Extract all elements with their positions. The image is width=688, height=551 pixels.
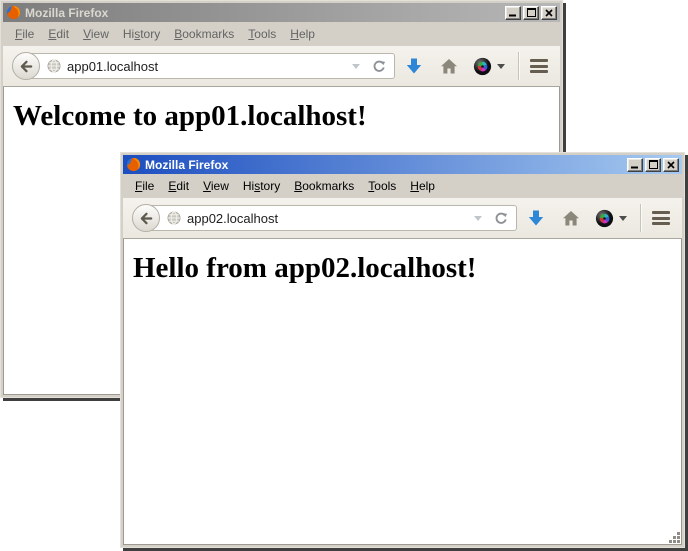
maximize-button[interactable] <box>523 6 539 20</box>
page-content: Hello from app02.localhost! <box>123 239 682 545</box>
toolbar-separator <box>518 52 519 80</box>
window-title: Mozilla Firefox <box>145 158 625 172</box>
reload-button[interactable] <box>372 59 387 74</box>
home-button[interactable] <box>562 210 580 227</box>
menu-bookmarks[interactable]: Bookmarks <box>287 176 361 196</box>
window-title: Mozilla Firefox <box>25 6 503 20</box>
window-controls <box>625 158 679 172</box>
download-arrow-icon <box>527 209 545 228</box>
extension-button[interactable] <box>595 209 627 228</box>
menu-bar: File Edit View History Bookmarks Tools H… <box>123 174 682 198</box>
menu-help[interactable]: Help <box>403 176 442 196</box>
reload-button[interactable] <box>494 211 509 226</box>
home-icon <box>440 58 458 75</box>
page-heading: Welcome to app01.localhost! <box>13 100 559 133</box>
page-heading: Hello from app02.localhost! <box>133 252 681 285</box>
back-arrow-icon <box>19 59 34 74</box>
downloads-button[interactable] <box>405 57 423 76</box>
urlbar-dropdown-icon[interactable] <box>352 64 360 73</box>
navigation-toolbar: app01.localhost <box>3 46 560 87</box>
resize-grip[interactable] <box>667 530 681 544</box>
menu-history[interactable]: History <box>236 176 287 196</box>
menu-edit[interactable]: Edit <box>161 176 196 196</box>
back-button[interactable] <box>12 52 40 80</box>
grip-dots-icon <box>667 530 681 544</box>
toolbar-separator <box>640 204 641 232</box>
minimize-button[interactable] <box>627 158 643 172</box>
home-button[interactable] <box>440 58 458 75</box>
titlebar[interactable]: Mozilla Firefox <box>123 155 682 174</box>
close-button[interactable] <box>541 6 557 20</box>
extension-button[interactable] <box>473 57 505 76</box>
menu-tools[interactable]: Tools <box>241 24 283 44</box>
home-icon <box>562 210 580 227</box>
menu-bookmarks[interactable]: Bookmarks <box>167 24 241 44</box>
maximize-icon <box>649 160 658 169</box>
maximize-button[interactable] <box>645 158 661 172</box>
menu-file[interactable]: File <box>128 176 161 196</box>
download-arrow-icon <box>405 57 423 76</box>
menu-file[interactable]: File <box>8 24 41 44</box>
urlbar-dropdown-icon[interactable] <box>474 216 482 225</box>
firefox-icon <box>6 5 21 20</box>
window-controls <box>503 6 557 20</box>
close-button[interactable] <box>663 158 679 172</box>
url-bar[interactable]: app01.localhost <box>26 53 395 79</box>
back-button[interactable] <box>132 204 160 232</box>
menu-help[interactable]: Help <box>283 24 322 44</box>
url-text: app01.localhost <box>67 59 348 74</box>
menu-tools[interactable]: Tools <box>361 176 403 196</box>
app-menu-button[interactable] <box>652 210 670 227</box>
hamburger-icon <box>652 211 670 214</box>
close-icon <box>667 161 675 169</box>
maximize-icon <box>527 8 536 17</box>
firefox-icon <box>126 157 141 172</box>
menu-edit[interactable]: Edit <box>41 24 76 44</box>
minimize-icon <box>631 160 639 169</box>
navigation-toolbar: app02.localhost <box>123 198 682 239</box>
url-bar[interactable]: app02.localhost <box>146 205 517 231</box>
back-arrow-icon <box>139 211 154 226</box>
extension-caret-icon <box>619 216 627 225</box>
app-menu-button[interactable] <box>530 58 548 75</box>
minimize-icon <box>509 8 517 17</box>
extension-caret-icon <box>497 64 505 73</box>
minimize-button[interactable] <box>505 6 521 20</box>
color-wheel-icon <box>473 57 492 76</box>
close-icon <box>545 9 553 17</box>
reload-icon <box>494 211 509 226</box>
reload-icon <box>372 59 387 74</box>
url-text: app02.localhost <box>187 211 470 226</box>
menu-view[interactable]: View <box>76 24 116 44</box>
color-wheel-icon <box>595 209 614 228</box>
globe-icon[interactable] <box>47 59 61 73</box>
downloads-button[interactable] <box>527 209 545 228</box>
firefox-window-app02: Mozilla Firefox File Edit View History B… <box>120 152 685 548</box>
titlebar[interactable]: Mozilla Firefox <box>3 3 560 22</box>
hamburger-icon <box>530 59 548 62</box>
menu-history[interactable]: History <box>116 24 167 44</box>
menu-bar: File Edit View History Bookmarks Tools H… <box>3 22 560 46</box>
menu-view[interactable]: View <box>196 176 236 196</box>
globe-icon[interactable] <box>167 211 181 225</box>
